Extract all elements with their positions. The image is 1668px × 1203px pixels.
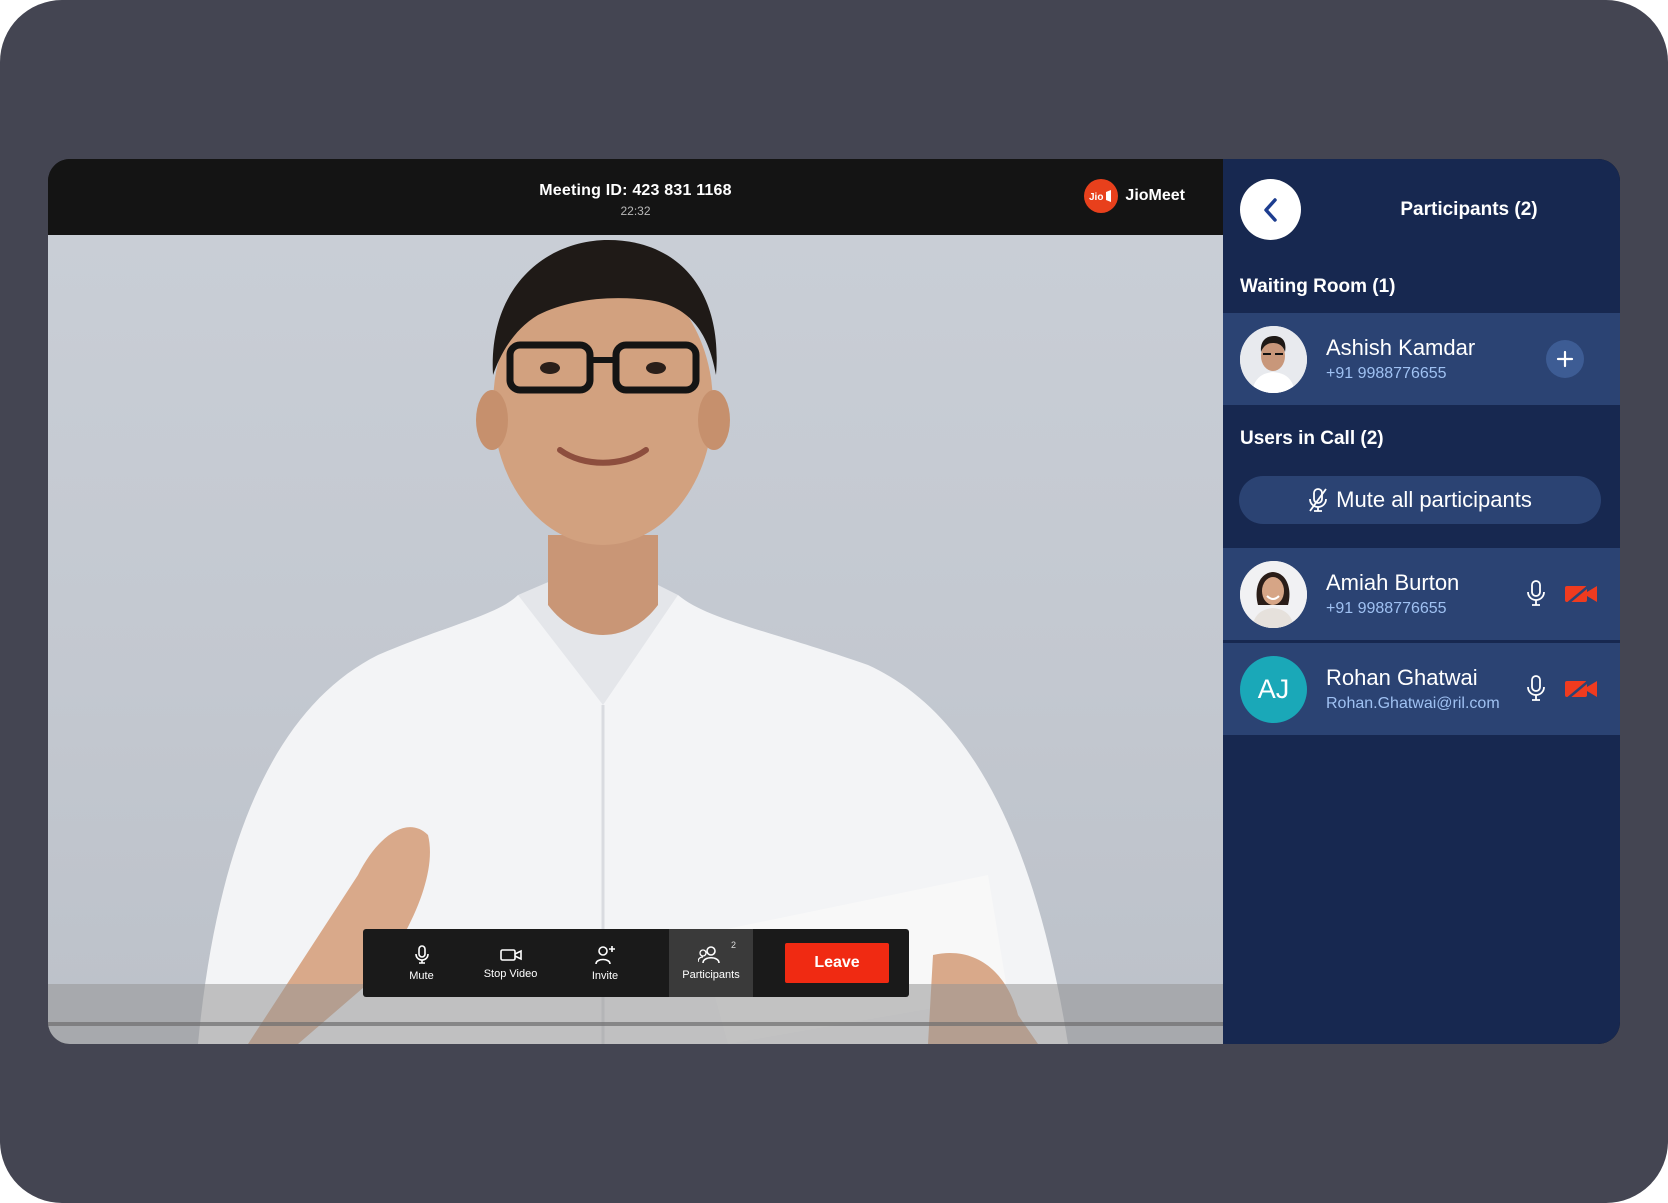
plus-icon bbox=[1556, 350, 1574, 368]
waiting-participant-row: Ashish Kamdar +91 9988776655 bbox=[1223, 313, 1620, 405]
participant-name: Rohan Ghatwai bbox=[1326, 665, 1478, 690]
jiomeet-logo-icon: Jio bbox=[1084, 179, 1119, 213]
in-call-participant-row: AJ Rohan Ghatwai Rohan.Ghatwai@ril.com bbox=[1223, 643, 1620, 735]
users-in-call-title: Users in Call (2) bbox=[1240, 428, 1384, 449]
mute-label: Mute bbox=[409, 969, 434, 982]
in-call-participant-row: Amiah Burton +91 9988776655 bbox=[1223, 548, 1620, 640]
admit-button[interactable] bbox=[1546, 340, 1584, 378]
participants-count-badge: 2 bbox=[730, 939, 736, 950]
video-feed bbox=[48, 235, 1223, 1044]
stop-video-button[interactable]: Stop Video bbox=[480, 929, 541, 997]
avatar bbox=[1240, 561, 1307, 628]
participants-icon bbox=[698, 945, 720, 963]
video-off-icon[interactable] bbox=[1564, 583, 1598, 605]
microphone-off-icon bbox=[1309, 488, 1328, 512]
participants-panel: Participants (2) Waiting Room (1) Ashish… bbox=[1223, 159, 1620, 1044]
meeting-top-bar: Meeting ID: 423 831 1168 22:32 Jio JioMe… bbox=[48, 159, 1223, 235]
participant-phone: +91 9988776655 bbox=[1326, 365, 1447, 382]
meeting-id: Meeting ID: 423 831 1168 bbox=[539, 182, 732, 199]
participants-label: Participants bbox=[682, 968, 740, 981]
avatar bbox=[1240, 326, 1307, 393]
mute-button[interactable]: Mute bbox=[363, 929, 480, 997]
back-button[interactable] bbox=[1240, 179, 1301, 240]
invite-label: Invite bbox=[591, 969, 619, 982]
brand-name: JioMeet bbox=[1125, 187, 1185, 204]
participants-button[interactable]: 2 Participants bbox=[669, 929, 753, 997]
stop-video-label: Stop Video bbox=[483, 967, 538, 980]
participant-email: Rohan.Ghatwai@ril.com bbox=[1326, 695, 1500, 712]
microphone-icon[interactable] bbox=[1526, 674, 1546, 702]
add-person-icon bbox=[595, 945, 615, 964]
mute-all-label: Mute all participants bbox=[1336, 487, 1532, 512]
microphone-icon bbox=[414, 944, 429, 964]
participant-name: Ashish Kamdar bbox=[1326, 335, 1476, 360]
participant-phone: +91 9988776655 bbox=[1326, 600, 1447, 617]
chevron-left-icon bbox=[1263, 197, 1277, 222]
microphone-icon[interactable] bbox=[1526, 579, 1546, 607]
participant-video-image bbox=[198, 240, 1068, 1044]
meeting-controls-bar: Mute Stop Video Invite 2 Participants Le… bbox=[363, 929, 909, 997]
mute-all-button[interactable]: Mute all participants bbox=[1239, 476, 1601, 524]
video-off-icon[interactable] bbox=[1564, 678, 1598, 700]
panel-title: Participants (2) bbox=[1400, 199, 1538, 220]
svg-text:Jio: Jio bbox=[1089, 192, 1103, 203]
waiting-room-title: Waiting Room (1) bbox=[1240, 276, 1396, 297]
invite-button[interactable]: Invite bbox=[541, 929, 669, 997]
participant-name: Amiah Burton bbox=[1326, 570, 1460, 595]
video-camera-icon bbox=[499, 948, 522, 961]
meeting-elapsed-time: 22:32 bbox=[620, 204, 651, 218]
device-frame: Meeting ID: 423 831 1168 22:32 Jio JioMe… bbox=[0, 0, 1668, 1203]
avatar-initials: AJ bbox=[1240, 656, 1307, 723]
leave-button[interactable]: Leave bbox=[785, 943, 889, 983]
screen: Meeting ID: 423 831 1168 22:32 Jio JioMe… bbox=[48, 159, 1620, 1044]
brand: Jio JioMeet bbox=[1084, 179, 1185, 213]
meeting-area: Meeting ID: 423 831 1168 22:32 Jio JioMe… bbox=[48, 159, 1223, 1044]
